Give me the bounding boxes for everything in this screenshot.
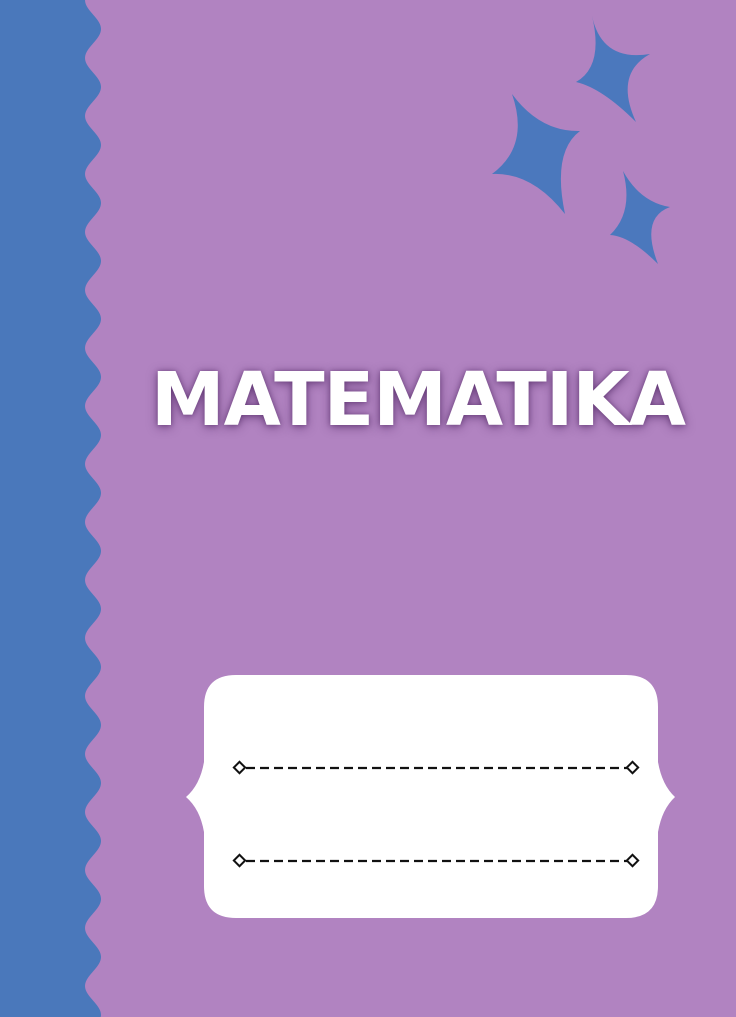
purple-background (0, 0, 736, 1017)
notebook-cover: MATEMATIKA (0, 0, 736, 1017)
wavy-blue-spine (0, 0, 101, 1017)
cover-title: MATEMATIKA (151, 357, 686, 443)
cover-background (0, 0, 736, 1017)
